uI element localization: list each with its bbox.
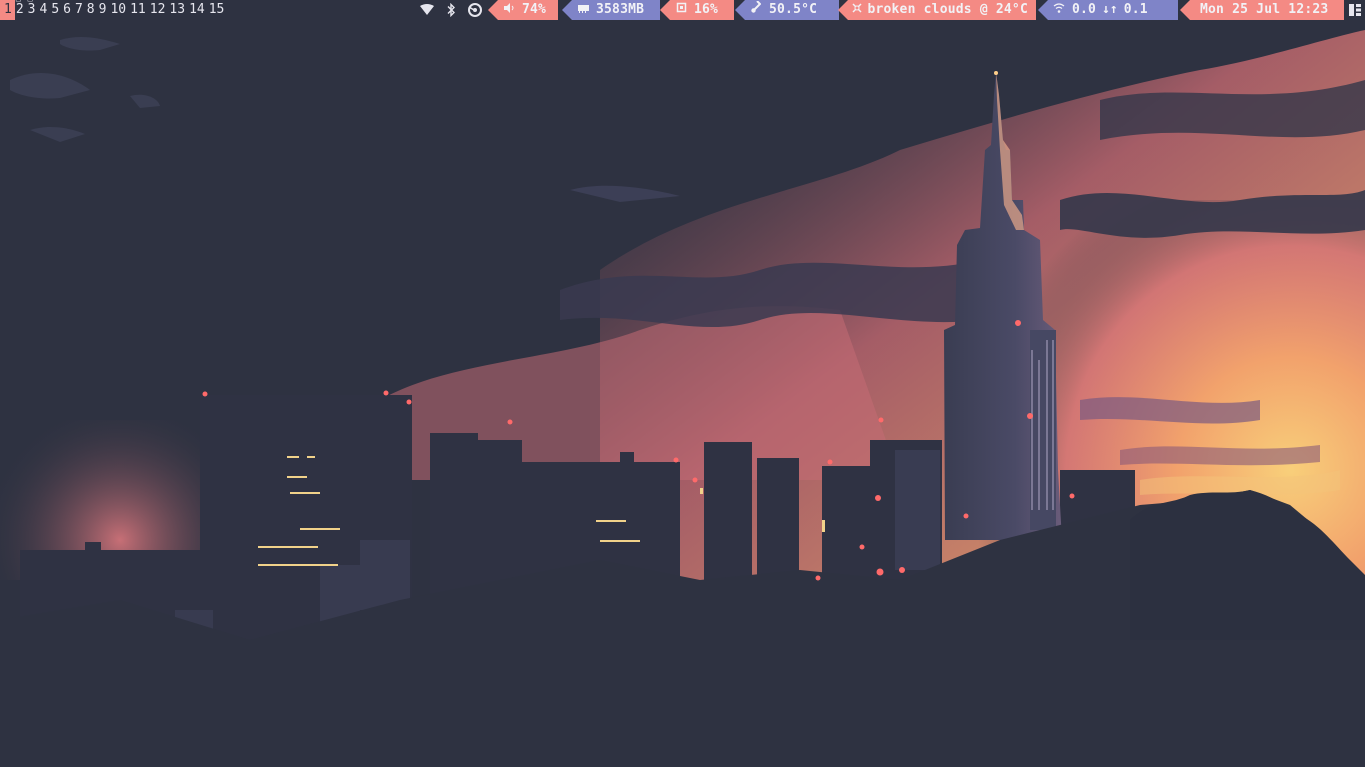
net-down-value: 0.0 — [1072, 2, 1097, 17]
download-arrow-icon: ↓ — [1102, 2, 1110, 17]
system-tray — [418, 0, 484, 20]
workspace-2[interactable]: □2 — [15, 0, 27, 20]
workspace-15[interactable]: 15 — [208, 0, 228, 20]
workspace-6[interactable]: 6 — [62, 0, 74, 20]
bluetooth-icon[interactable] — [442, 0, 460, 20]
weather-icon — [850, 0, 863, 20]
workspace-1[interactable]: 1 — [0, 0, 15, 20]
volume-icon — [502, 0, 516, 20]
occupied-marker: □ — [16, 0, 21, 4]
memory-used: 3583MB — [596, 2, 645, 17]
temperature-icon — [749, 0, 763, 20]
layout-icon[interactable] — [1344, 0, 1365, 20]
volume-level: 74% — [522, 2, 547, 17]
upload-arrow-icon: ↑ — [1109, 2, 1118, 17]
workspace-14[interactable]: 14 — [188, 0, 208, 20]
workspace-9[interactable]: 9 — [98, 0, 110, 20]
workspace-list: 1 □2 □3 4 5 6 7 8 9 10 11 12 13 14 15 — [0, 0, 227, 20]
cpu-widget[interactable]: 16% — [660, 0, 734, 20]
workspace-10[interactable]: 10 — [109, 0, 129, 20]
weather-widget[interactable]: broken clouds @ 24°C — [838, 0, 1036, 20]
steam-icon[interactable] — [466, 0, 484, 20]
workspace-7[interactable]: 7 — [74, 0, 86, 20]
cpu-usage: 16% — [694, 2, 719, 17]
net-up-value: 0.1 — [1123, 2, 1148, 17]
clock: Mon 25 Jul 12:23 — [1200, 2, 1329, 17]
volume-widget[interactable]: 74% — [488, 0, 558, 20]
network-widget[interactable]: 0.0 ↓ ↑ 0.1 — [1038, 0, 1178, 20]
workspace-3[interactable]: □3 — [27, 0, 39, 20]
status-bar: 1 □2 □3 4 5 6 7 8 9 10 11 12 13 14 15 — [0, 0, 1365, 20]
workspace-13[interactable]: 13 — [168, 0, 188, 20]
network-icon — [1052, 0, 1066, 20]
wallpaper-cityscape — [0, 0, 1365, 767]
weather-description: broken clouds @ 24°C — [867, 2, 1028, 17]
memory-icon — [576, 0, 590, 20]
temperature-widget[interactable]: 50.5°C — [735, 0, 839, 20]
wifi-icon[interactable] — [418, 0, 436, 20]
workspace-11[interactable]: 11 — [129, 0, 149, 20]
workspace-12[interactable]: 12 — [149, 0, 169, 20]
clock-widget[interactable]: Mon 25 Jul 12:23 — [1180, 0, 1344, 20]
memory-widget[interactable]: 3583MB — [562, 0, 660, 20]
workspace-8[interactable]: 8 — [86, 0, 98, 20]
desktop: 1 □2 □3 4 5 6 7 8 9 10 11 12 13 14 15 — [0, 0, 1365, 767]
occupied-marker: □ — [28, 0, 33, 4]
temperature-value: 50.5°C — [769, 2, 818, 17]
cpu-icon — [674, 0, 688, 20]
workspace-5[interactable]: 5 — [50, 0, 62, 20]
workspace-4[interactable]: 4 — [38, 0, 50, 20]
